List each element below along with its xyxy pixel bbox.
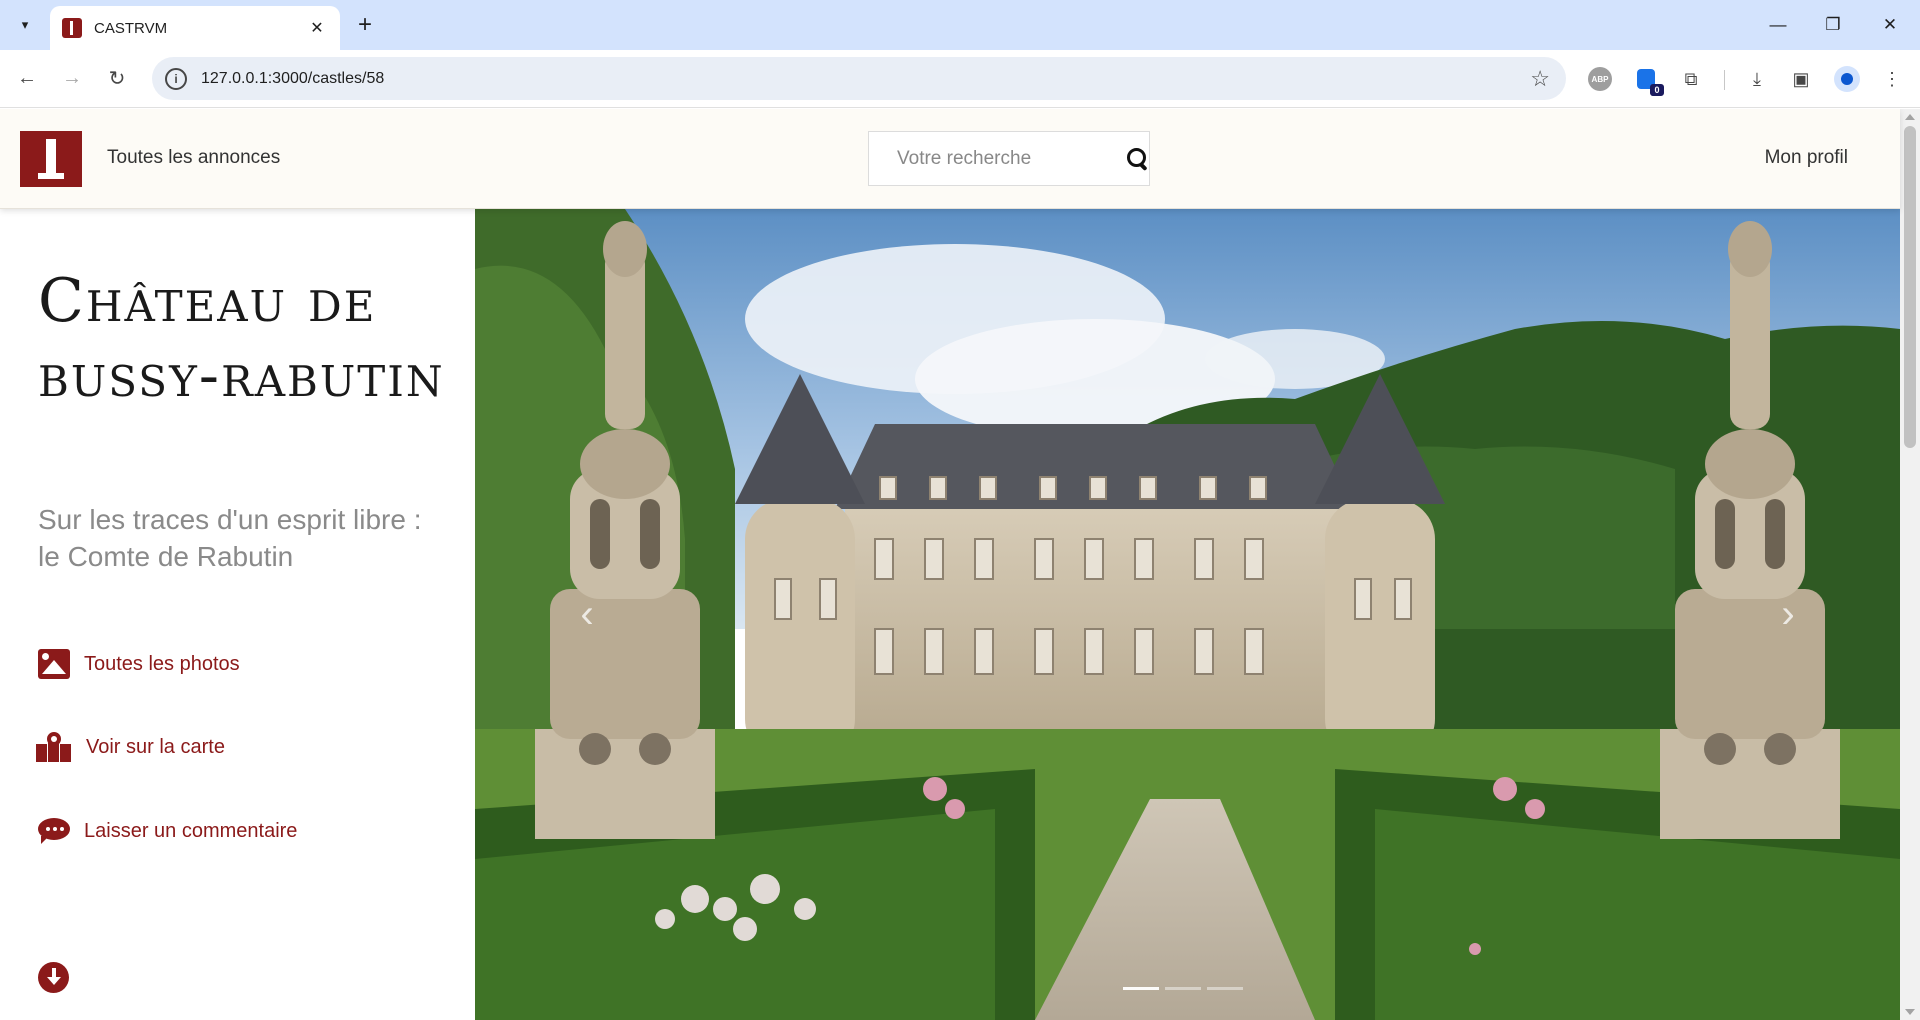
image-icon (38, 649, 70, 679)
adblock-extension-icon[interactable]: ABP (1586, 65, 1614, 93)
extension-with-badge-icon[interactable]: 0 (1632, 65, 1664, 96)
carousel-indicators (1123, 987, 1243, 990)
castle-title: Château de bussy-rabutin (38, 266, 445, 411)
bookmark-star-icon[interactable]: ☆ (1530, 66, 1550, 92)
close-window-icon[interactable]: ✕ (1870, 10, 1910, 40)
browser-tab-strip: ▾ CASTRVM ✕ + — ❐ ✕ (0, 0, 1920, 50)
restore-window-icon[interactable]: ❐ (1813, 10, 1853, 40)
forward-arrow-icon[interactable]: → (55, 61, 89, 95)
site-header: Toutes les annonces Mon profil (0, 109, 1900, 209)
castrvm-favicon-icon (62, 18, 82, 38)
view-on-map-label: Voir sur la carte (86, 735, 225, 758)
carousel-prev-chevron-icon[interactable]: ‹ (567, 592, 607, 636)
all-photos-link[interactable]: Toutes les photos (38, 649, 240, 679)
extension-badge: 0 (1650, 84, 1664, 96)
scroll-up-arrow-icon[interactable] (1905, 114, 1915, 120)
download-icon[interactable]: ⤓ (1743, 65, 1771, 93)
scroll-down-small-arrow-icon[interactable] (1905, 1009, 1915, 1015)
browser-menu-kebab-icon[interactable]: ⋮ (1878, 65, 1906, 93)
castle-photo (475, 209, 1900, 1020)
address-bar[interactable]: i 127.0.0.1:3000/castles/58 ☆ (152, 57, 1566, 100)
carousel-next-chevron-icon[interactable]: › (1768, 592, 1808, 636)
page-scrollbar[interactable] (1900, 109, 1920, 1020)
reload-icon[interactable]: ↻ (100, 61, 134, 95)
search-input[interactable] (897, 147, 1117, 170)
view-on-map-link[interactable]: Voir sur la carte (36, 729, 225, 762)
search-form (868, 131, 1150, 186)
minimize-icon[interactable]: — (1758, 10, 1798, 40)
browser-toolbar: ← → ↻ i 127.0.0.1:3000/castles/58 ☆ ABP … (0, 50, 1920, 108)
page-viewport: Toutes les annonces Mon profil Château d… (0, 109, 1920, 1020)
scroll-down-arrow-icon[interactable] (38, 962, 69, 993)
castle-subtitle: Sur les traces d'un esprit libre : le Co… (38, 504, 422, 572)
tab-title: CASTRVM (94, 19, 168, 37)
castle-info-panel: Château de bussy-rabutin Sur les traces … (0, 209, 475, 1020)
nav-my-profile-link[interactable]: Mon profil (1765, 147, 1848, 169)
carousel-indicator[interactable] (1165, 987, 1201, 990)
all-photos-label: Toutes les photos (84, 652, 240, 675)
side-panel-icon[interactable]: ▣ (1787, 65, 1815, 93)
nav-all-listings-link[interactable]: Toutes les annonces (107, 147, 280, 169)
carousel-indicator[interactable] (1207, 987, 1243, 990)
site-info-icon[interactable]: i (165, 67, 187, 90)
tab-search-chevron-icon[interactable]: ▾ (10, 10, 40, 40)
toolbar-separator (1724, 70, 1725, 90)
castrvm-logo[interactable] (20, 131, 82, 187)
back-arrow-icon[interactable]: ← (10, 61, 44, 95)
comment-dots-icon (38, 816, 70, 846)
tower-logo-icon (38, 139, 64, 179)
scrollbar-thumb[interactable] (1904, 126, 1916, 448)
browser-tab-active[interactable]: CASTRVM ✕ (50, 6, 340, 50)
map-location-icon (36, 729, 72, 762)
carousel-indicator[interactable] (1123, 987, 1159, 990)
url-text[interactable]: 127.0.0.1:3000/castles/58 (201, 70, 1530, 88)
search-icon[interactable] (1123, 144, 1149, 174)
leave-comment-link[interactable]: Laisser un commentaire (38, 816, 297, 846)
tab-close-icon[interactable]: ✕ (306, 18, 328, 38)
new-tab-plus-icon[interactable]: + (350, 10, 380, 40)
leave-comment-label: Laisser un commentaire (84, 819, 298, 842)
extensions-puzzle-icon[interactable]: ⧉ (1677, 65, 1705, 93)
photo-carousel: ‹ › (475, 209, 1900, 1020)
profile-avatar-icon[interactable] (1833, 65, 1861, 93)
